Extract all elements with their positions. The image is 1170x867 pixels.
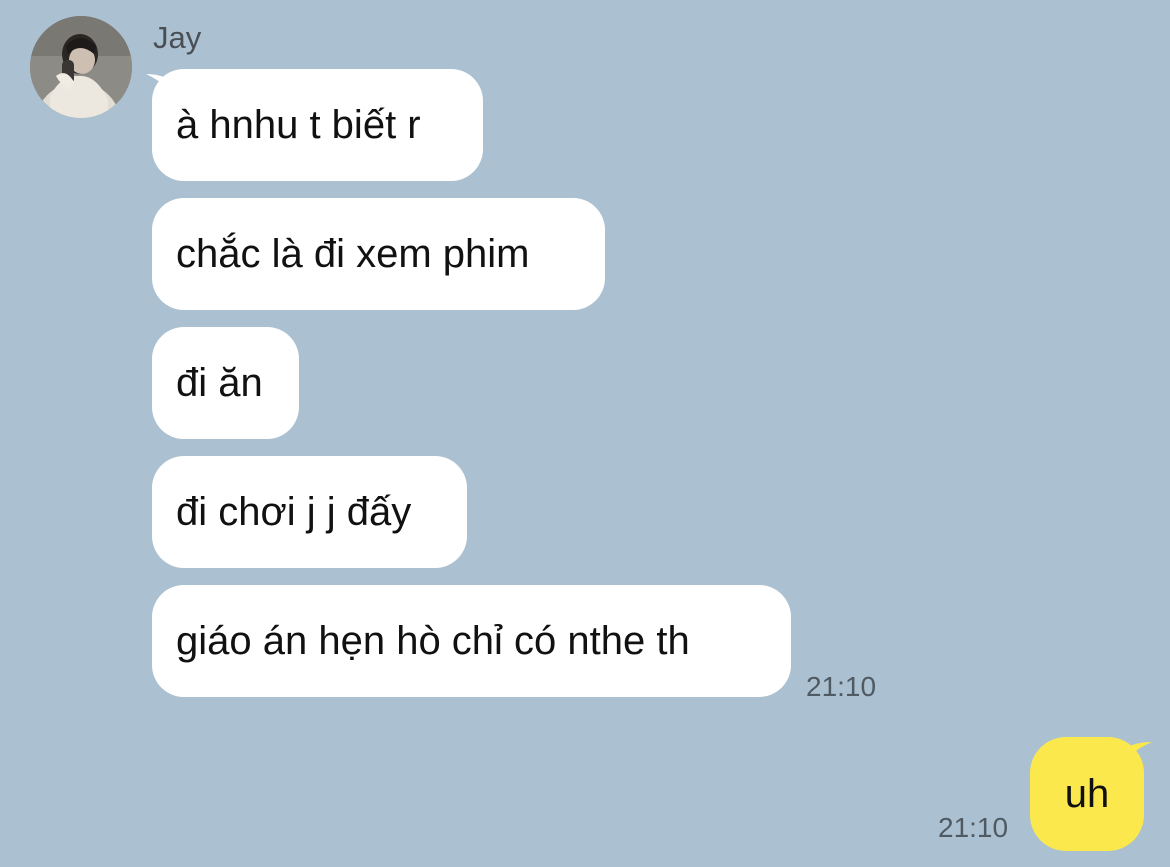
incoming-message-bubble[interactable]: giáo án hẹn hò chỉ có nthe th bbox=[152, 585, 791, 697]
message-text: à hnhu t biết r bbox=[176, 102, 421, 147]
outgoing-message-bubble[interactable]: uh bbox=[1030, 737, 1144, 851]
message-text: đi ăn bbox=[176, 360, 263, 405]
sender-avatar[interactable] bbox=[30, 16, 132, 118]
sender-name: Jay bbox=[153, 20, 202, 55]
incoming-message-bubble[interactable]: đi chơi j j đấy bbox=[152, 456, 467, 568]
message-text: uh bbox=[1064, 771, 1110, 816]
message-text: đi chơi j j đấy bbox=[176, 489, 412, 534]
outgoing-timestamp: 21:10 bbox=[938, 812, 1009, 843]
incoming-timestamp: 21:10 bbox=[806, 671, 877, 702]
incoming-message-bubble[interactable]: đi ăn bbox=[152, 327, 299, 439]
incoming-message-bubble[interactable]: chắc là đi xem phim bbox=[152, 198, 605, 310]
incoming-message-bubble[interactable]: à hnhu t biết r bbox=[152, 69, 483, 181]
profile-photo-icon bbox=[30, 16, 132, 118]
message-text: chắc là đi xem phim bbox=[176, 231, 530, 276]
message-text: giáo án hẹn hò chỉ có nthe th bbox=[176, 618, 690, 663]
